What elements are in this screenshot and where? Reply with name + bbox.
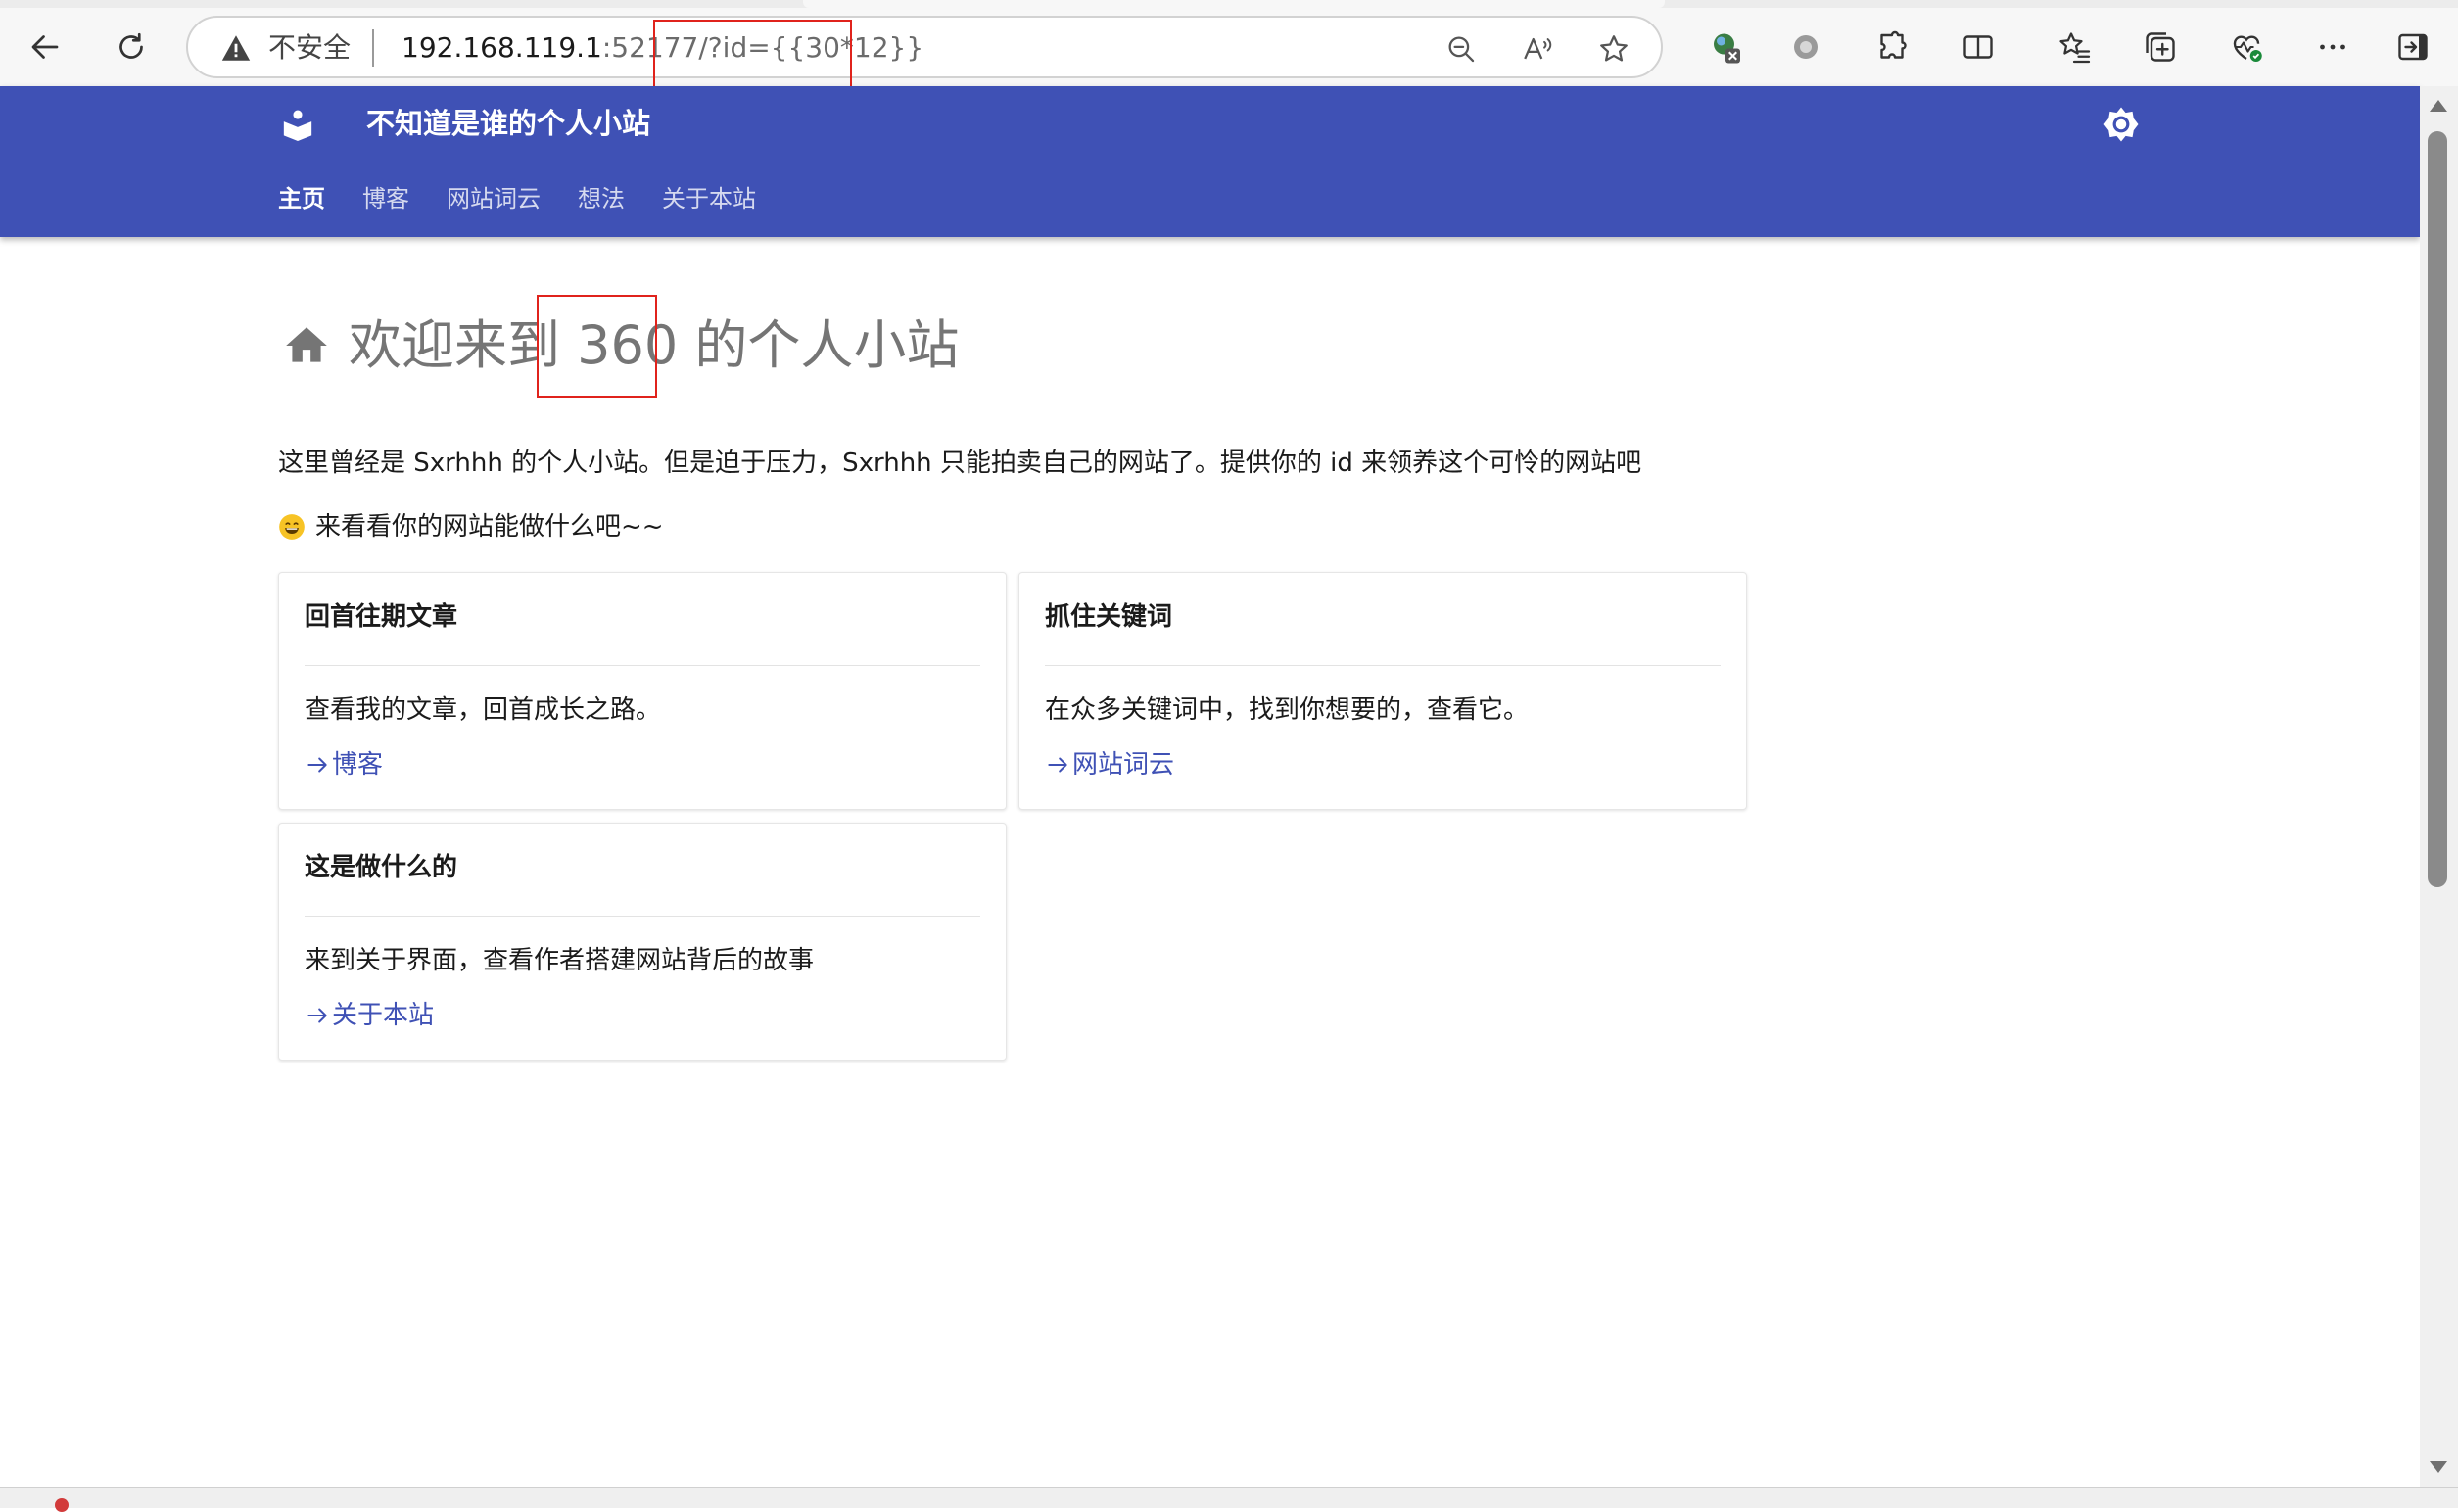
home-icon [286,327,327,362]
number-highlight-box [537,295,657,398]
nav-item-about[interactable]: 关于本站 [662,184,756,213]
grinning-face-icon [279,514,305,540]
circle-extension-button[interactable] [1778,20,1833,74]
scroll-thumb[interactable] [2428,131,2447,887]
nav-item-ideas[interactable]: 想法 [578,184,625,213]
read-aloud-button[interactable] [1518,29,1557,69]
brightness-icon[interactable] [2101,104,2142,145]
tab-strip [0,0,2458,8]
favorites-button[interactable] [2047,20,2102,74]
split-screen-button[interactable] [1951,20,2006,74]
sidebar-exit-button[interactable] [2386,20,2440,74]
card-divider [305,916,980,917]
address-bar[interactable]: 不安全 192.168.119.1:52177/?id={{30*12}} [186,16,1663,78]
back-arrow-icon [31,35,59,59]
favorite-button[interactable] [1594,29,1633,69]
arrow-right-icon [307,757,327,773]
collections-button[interactable] [2133,20,2188,74]
card-link-blog[interactable]: 博客 [305,747,383,782]
zoom-out-button[interactable] [1442,29,1481,69]
card-text: 来到关于界面，查看作者搭建网站背后的故事 [305,946,815,975]
scroll-down-arrow-icon[interactable] [2430,1461,2447,1473]
url-host: 192.168.119.1 [402,31,602,64]
site-header: 不知道是谁的个人小站 主页 博客 网站词云 想法 关于本站 [0,86,2420,237]
card-text: 查看我的文章，回首成长之路。 [305,695,662,725]
read-aloud-icon [1524,37,1552,60]
heading-prefix: 欢迎来到 [349,314,560,376]
active-tab-edge[interactable] [803,0,1665,8]
globe-extension-icon [1714,33,1740,64]
more-button[interactable] [2305,20,2360,74]
heart-pulse-icon [2233,35,2262,62]
nav-item-wordcloud[interactable]: 网站词云 [447,184,541,213]
card-articles: 回首往期文章 查看我的文章，回首成长之路。 博客 [278,572,1007,810]
nav-item-home[interactable]: 主页 [278,184,325,213]
card-link-label: 博客 [332,750,384,780]
scroll-up-arrow-icon[interactable] [2430,100,2447,112]
card-divider [305,665,980,666]
collections-icon [2146,32,2175,62]
puzzle-icon [1880,30,1907,59]
address-separator [372,29,374,67]
intro-line-2-text: 来看看你的网站能做什么吧~~ [315,512,664,542]
heading-suffix: 的个人小站 [694,314,960,376]
card-link-about[interactable]: 关于本站 [305,998,434,1033]
not-secure-label[interactable]: 不安全 [268,31,351,65]
card-about: 这是做什么的 来到关于界面，查看作者搭建网站背后的故事 关于本站 [278,823,1007,1061]
status-dot-icon [55,1498,69,1512]
card-divider [1045,665,1721,666]
card-text: 在众多关键词中，找到你想要的，查看它。 [1045,695,1530,725]
extensions-button[interactable] [1865,20,1919,74]
nav-item-blog[interactable]: 博客 [362,184,409,213]
circle-icon [1794,35,1818,59]
favorites-list-icon [2059,32,2091,64]
card-link-label: 关于本站 [332,1001,435,1030]
arrow-right-icon [1048,757,1067,773]
refresh-icon [119,32,143,59]
site-title[interactable]: 不知道是谁的个人小站 [366,104,650,143]
card-keywords: 抓住关键词 在众多关键词中，找到你想要的，查看它。 网站词云 [1018,572,1747,810]
browser-essentials-button[interactable] [2219,20,2274,74]
intro-text: 这里曾经是 Sxrhhh 的个人小站。但是迫于压力，Sxrhhh 只能拍卖自己的… [278,449,1642,478]
page-scrollbar[interactable] [2420,86,2458,1487]
sidebar-exit-icon [2398,33,2428,61]
card-title: 抓住关键词 [1045,602,1173,632]
more-dots-icon [2320,44,2345,50]
refresh-button[interactable] [104,20,159,74]
extension-x-button[interactable] [1698,20,1753,74]
arrow-right-icon [307,1008,327,1023]
card-link-wordcloud[interactable]: 网站词云 [1045,747,1174,782]
warning-icon[interactable] [219,31,253,65]
status-strip [0,1487,2458,1512]
back-button[interactable] [18,20,72,74]
card-title: 这是做什么的 [305,853,458,882]
zoom-out-icon [1448,36,1475,63]
star-icon [1600,35,1628,62]
card-link-label: 网站词云 [1072,750,1175,780]
browser-toolbar: 不安全 192.168.119.1:52177/?id={{30*12}} [0,0,2458,88]
intro-line-2: 来看看你的网站能做什么吧~~ [278,509,664,544]
card-title: 回首往期文章 [305,602,458,632]
main-nav: 主页 博客 网站词云 想法 关于本站 [278,184,793,213]
url-highlight-box [653,20,852,88]
split-screen-icon [1963,35,1993,59]
book-reader-icon[interactable] [281,108,314,141]
